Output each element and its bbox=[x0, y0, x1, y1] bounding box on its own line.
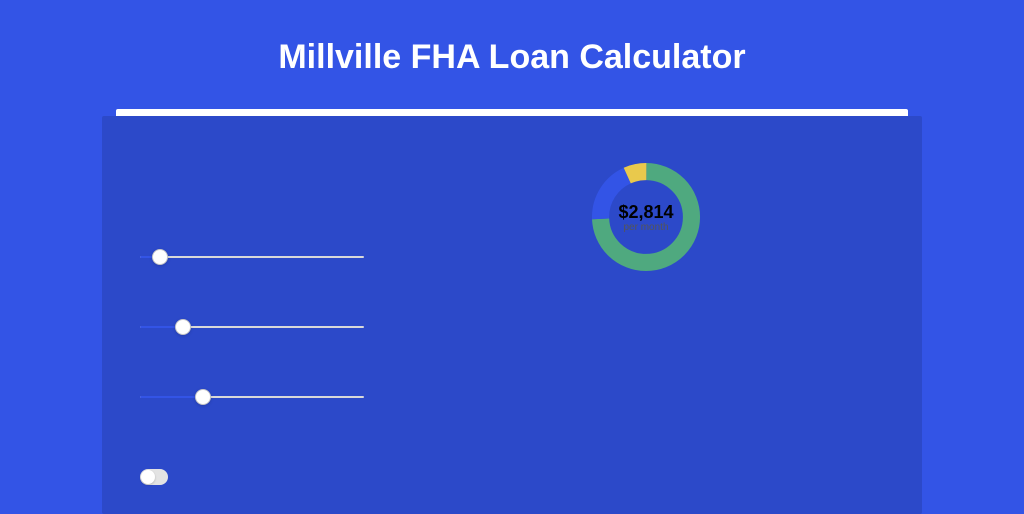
card-backplate bbox=[102, 116, 922, 514]
down-payment-slider[interactable] bbox=[140, 320, 364, 334]
home-price-slider[interactable] bbox=[140, 250, 364, 264]
donut-amount: $2,814 bbox=[618, 202, 673, 223]
donut-per-label: per month bbox=[623, 222, 668, 233]
interest-rate-slider[interactable] bbox=[140, 390, 364, 404]
veteran-toggle[interactable] bbox=[140, 469, 168, 485]
donut-chart: $2,814 per month bbox=[586, 157, 706, 277]
page-title: Millville FHA Loan Calculator bbox=[0, 0, 1024, 109]
donut-center: $2,814 per month bbox=[586, 157, 706, 277]
